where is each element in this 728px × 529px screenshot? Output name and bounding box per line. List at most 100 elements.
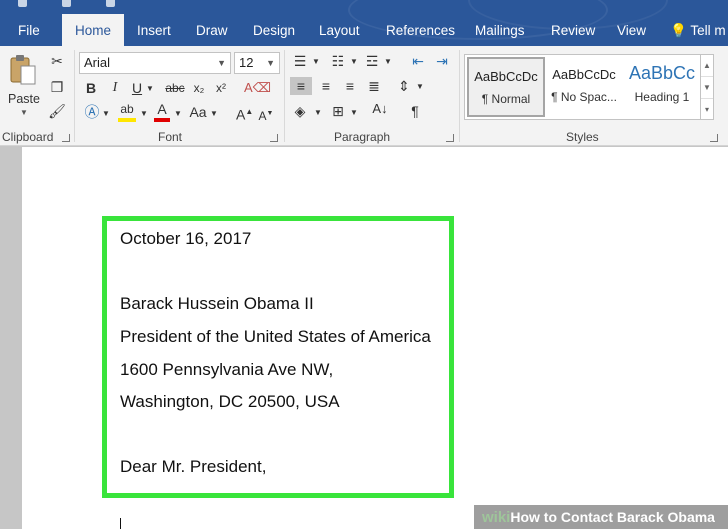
styles-scroll-down-icon[interactable]: ▼ [701,77,713,99]
format-painter-icon[interactable]: 🖌 [48,102,66,120]
strikethrough-button[interactable]: abc [164,79,186,97]
tab-home[interactable]: Home [62,14,124,46]
sort-icon[interactable]: A↓ [370,100,390,118]
tab-review[interactable]: Review [541,16,605,46]
underline-dropdown-icon[interactable]: ▼ [146,80,154,98]
quick-access-toolbar [18,0,150,7]
style-sample: AaBbCc [628,63,696,83]
chevron-down-icon[interactable]: ▼ [350,53,358,71]
paste-dropdown-arrow[interactable]: ▼ [20,108,28,117]
font-family-value: Arial [84,55,111,70]
font-size-value: 12 [239,55,254,70]
clear-formatting-icon[interactable]: A⌫ [244,79,271,97]
group-divider [459,50,460,142]
change-case-button[interactable]: Aa [188,103,208,121]
chevron-down-icon[interactable]: ▼ [140,105,148,123]
grow-font-icon[interactable]: A▲ [236,103,253,124]
tell-me-box[interactable]: 💡 Tell m [660,16,728,46]
title-tab-bar: File Home Insert Draw Design Layout Refe… [0,0,728,46]
styles-gallery: AaBbCcDc ¶ Normal AaBbCcDc ¶ No Spac... … [464,54,702,120]
tab-layout[interactable]: Layout [309,16,370,46]
cut-icon[interactable]: ✂ [48,52,66,70]
watermark: wikiHow to Contact Barack Obama [474,505,728,529]
tab-insert[interactable]: Insert [127,16,181,46]
tab-design[interactable]: Design [243,16,305,46]
watermark-brand: wiki [482,509,511,526]
font-launcher-icon[interactable] [270,134,278,142]
paragraph-launcher-icon[interactable] [446,134,454,142]
style-no-spacing[interactable]: AaBbCcDc ¶ No Spac... [545,57,623,117]
tab-file[interactable]: File [8,16,50,46]
shrink-font-icon[interactable]: A▼ [258,105,274,125]
font-group-label: Font [158,130,183,144]
highlight-color-icon[interactable]: ab [118,100,136,122]
chevron-down-icon[interactable]: ▼ [384,53,392,71]
bullets-icon[interactable]: ☰ [290,52,310,70]
bold-button[interactable]: B [84,79,98,97]
clipboard-group-label: Clipboard [2,130,54,144]
tell-me-label: Tell m [690,23,726,38]
italic-button[interactable]: I [108,79,122,97]
undo-icon[interactable] [62,0,71,7]
chevron-down-icon[interactable]: ▼ [174,105,182,123]
tab-view[interactable]: View [607,16,656,46]
tab-mailings[interactable]: Mailings [465,16,535,46]
style-sample: AaBbCcDc [552,67,616,82]
align-center-button[interactable]: ≡ [316,77,336,95]
show-formatting-marks-icon[interactable]: ¶ [406,102,424,120]
style-normal[interactable]: AaBbCcDc ¶ Normal [467,57,545,117]
lightbulb-icon: 💡 [670,23,687,38]
paragraph-group-label: Paragraph [334,130,391,144]
paste-label: Paste [8,92,40,106]
chevron-down-icon[interactable]: ▼ [312,53,320,71]
clipboard-launcher-icon[interactable] [62,134,70,142]
chevron-down-icon[interactable]: ▼ [314,104,322,122]
tab-references[interactable]: References [376,16,465,46]
line-spacing-icon[interactable]: ⇕ [394,77,414,95]
font-color-icon[interactable]: A [154,100,170,122]
multilevel-list-icon[interactable]: ☲ [362,52,382,70]
styles-scroll-up-icon[interactable]: ▲ [701,55,713,77]
numbering-icon[interactable]: ☷ [328,52,348,70]
text-effects-icon[interactable]: Ⓐ [84,104,100,122]
group-divider [284,50,285,142]
styles-scroller: ▲ ▼ ▾ [700,54,714,120]
redo-icon[interactable] [106,0,115,7]
chevron-down-icon: ▼ [217,58,226,68]
style-name: ¶ Normal [481,92,531,106]
font-size-combo[interactable]: 12 ▼ [234,52,280,74]
chevron-down-icon[interactable]: ▼ [102,105,110,123]
chevron-down-icon[interactable]: ▼ [416,78,424,96]
chevron-down-icon: ▼ [266,58,275,68]
group-divider [74,50,75,142]
align-right-button[interactable]: ≡ [340,77,360,95]
justify-button[interactable]: ≣ [364,77,384,95]
styles-more-icon[interactable]: ▾ [701,99,713,121]
style-heading-1[interactable]: AaBbCc Heading 1 [623,57,701,117]
font-family-combo[interactable]: Arial ▼ [79,52,231,74]
copy-icon[interactable]: ❐ [48,78,66,96]
subscript-button[interactable]: x₂ [192,79,206,97]
chevron-down-icon[interactable]: ▼ [350,104,358,122]
style-name: ¶ No Spac... [551,90,617,104]
chevron-down-icon[interactable]: ▼ [210,105,218,123]
styles-group-label: Styles [566,130,599,144]
increase-indent-icon[interactable]: ⇥ [432,52,452,70]
align-left-button[interactable]: ≡ [290,77,312,95]
style-sample: AaBbCcDc [474,69,538,84]
ribbon: Paste ▼ ✂ ❐ 🖌 Clipboard Arial ▼ 12 ▼ B I U… [0,46,728,146]
underline-button[interactable]: U [130,79,144,97]
decrease-indent-icon[interactable]: ⇤ [408,52,428,70]
styles-launcher-icon[interactable] [710,134,718,142]
style-name: Heading 1 [634,90,690,104]
clipboard-paste-icon [10,55,36,85]
highlight-box [102,216,454,498]
shading-icon[interactable]: ◈ [290,102,310,120]
save-icon[interactable] [18,0,27,7]
watermark-title: How to Contact Barack Obama [510,509,715,525]
superscript-button[interactable]: x² [214,79,228,97]
paste-button[interactable] [6,54,40,86]
text-cursor [120,518,121,529]
borders-icon[interactable]: ⊞ [328,102,348,120]
tab-draw[interactable]: Draw [186,16,238,46]
